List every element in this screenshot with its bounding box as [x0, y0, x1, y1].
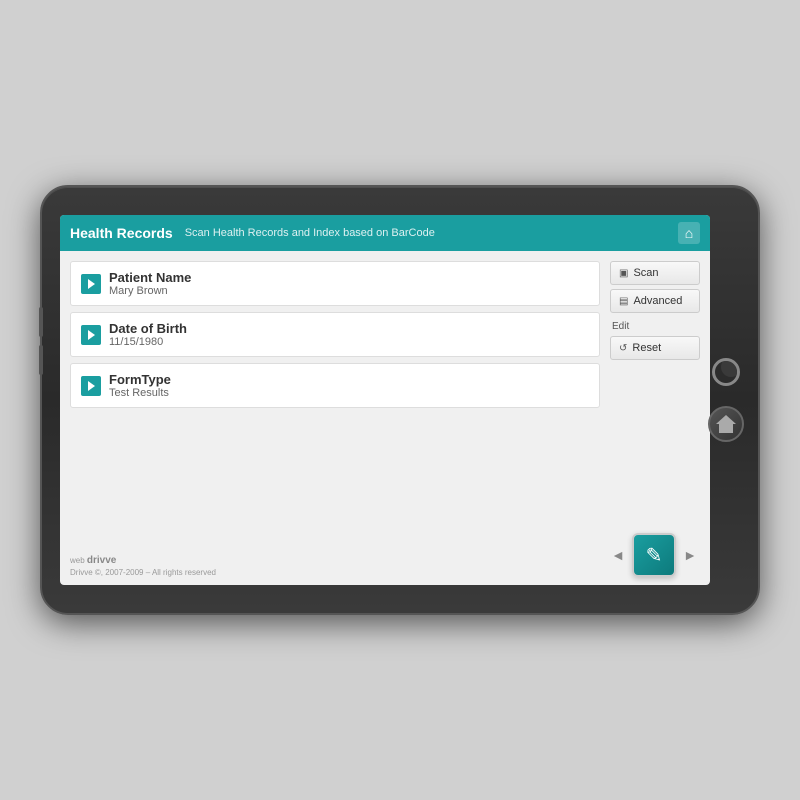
field-label-formtype: FormType: [109, 372, 171, 387]
brand-prefix: web: [70, 556, 87, 565]
scan-icon: ▣: [619, 268, 628, 279]
field-text-dob: Date of Birth 11/15/1980: [109, 321, 187, 348]
house-roof-icon: [716, 415, 736, 424]
side-button-2: [39, 345, 43, 375]
house-body-icon: [719, 424, 733, 433]
scan-thumbnail[interactable]: ✎: [632, 533, 676, 577]
advanced-icon: ▤: [619, 296, 628, 307]
brand-name: drivve: [87, 555, 116, 566]
nav-next-button[interactable]: ►: [680, 545, 700, 565]
footer-area: web drivve Drivve ©, 2007-2009 – All rig…: [60, 533, 710, 585]
hardware-home-button[interactable]: [708, 406, 744, 442]
side-button-1: [39, 307, 43, 337]
scan-button-label: Scan: [633, 267, 658, 279]
screen: Health Records Scan Health Records and I…: [60, 215, 710, 585]
tablet-device: Health Records Scan Health Records and I…: [40, 185, 760, 615]
advanced-button-label: Advanced: [633, 295, 682, 307]
field-text-patient-name: Patient Name Mary Brown: [109, 270, 191, 297]
right-side-icons: [708, 358, 744, 442]
reset-button-label: Reset: [632, 342, 661, 354]
main-content: Patient Name Mary Brown Date of Birth 11…: [60, 251, 710, 533]
reset-icon: ↺: [619, 343, 627, 354]
fields-list: Patient Name Mary Brown Date of Birth 11…: [70, 261, 600, 523]
prev-arrow-icon: ◄: [611, 547, 625, 563]
app-title: Health Records: [70, 225, 173, 241]
nav-prev-button[interactable]: ◄: [608, 545, 628, 565]
field-icon-patient-name: [81, 274, 101, 294]
advanced-button[interactable]: ▤ Advanced: [610, 289, 700, 313]
app-subtitle: Scan Health Records and Index based on B…: [185, 227, 678, 239]
field-text-formtype: FormType Test Results: [109, 372, 171, 399]
field-icon-dob: [81, 325, 101, 345]
field-icon-formtype: [81, 376, 101, 396]
field-item-formtype[interactable]: FormType Test Results: [70, 363, 600, 408]
field-value-patient-name: Mary Brown: [109, 285, 191, 297]
home-button-inner: [716, 415, 736, 433]
header-bar: Health Records Scan Health Records and I…: [60, 215, 710, 251]
moon-icon[interactable]: [712, 358, 740, 386]
field-label-patient-name: Patient Name: [109, 270, 191, 285]
field-value-dob: 11/15/1980: [109, 336, 187, 348]
field-item-patient-name[interactable]: Patient Name Mary Brown: [70, 261, 600, 306]
edit-section-label: Edit: [610, 321, 700, 332]
home-icon: ⌂: [685, 225, 693, 241]
right-panel: ▣ Scan ▤ Advanced Edit ↺ Reset: [610, 261, 700, 523]
field-item-dob[interactable]: Date of Birth 11/15/1980: [70, 312, 600, 357]
arrow-icon: [88, 381, 95, 391]
brand-copyright: Drivve ©, 2007-2009 – All rights reserve…: [70, 568, 216, 577]
branding: web drivve Drivve ©, 2007-2009 – All rig…: [70, 550, 216, 577]
nav-controls: ◄ ✎ ►: [608, 533, 700, 577]
arrow-icon: [88, 279, 95, 289]
side-buttons: [39, 307, 43, 375]
scan-button[interactable]: ▣ Scan: [610, 261, 700, 285]
scan-thumb-icon: ✎: [646, 543, 663, 568]
field-value-formtype: Test Results: [109, 387, 171, 399]
reset-button[interactable]: ↺ Reset: [610, 336, 700, 360]
next-arrow-icon: ►: [683, 547, 697, 563]
header-home-button[interactable]: ⌂: [678, 222, 700, 244]
field-label-dob: Date of Birth: [109, 321, 187, 336]
arrow-icon: [88, 330, 95, 340]
